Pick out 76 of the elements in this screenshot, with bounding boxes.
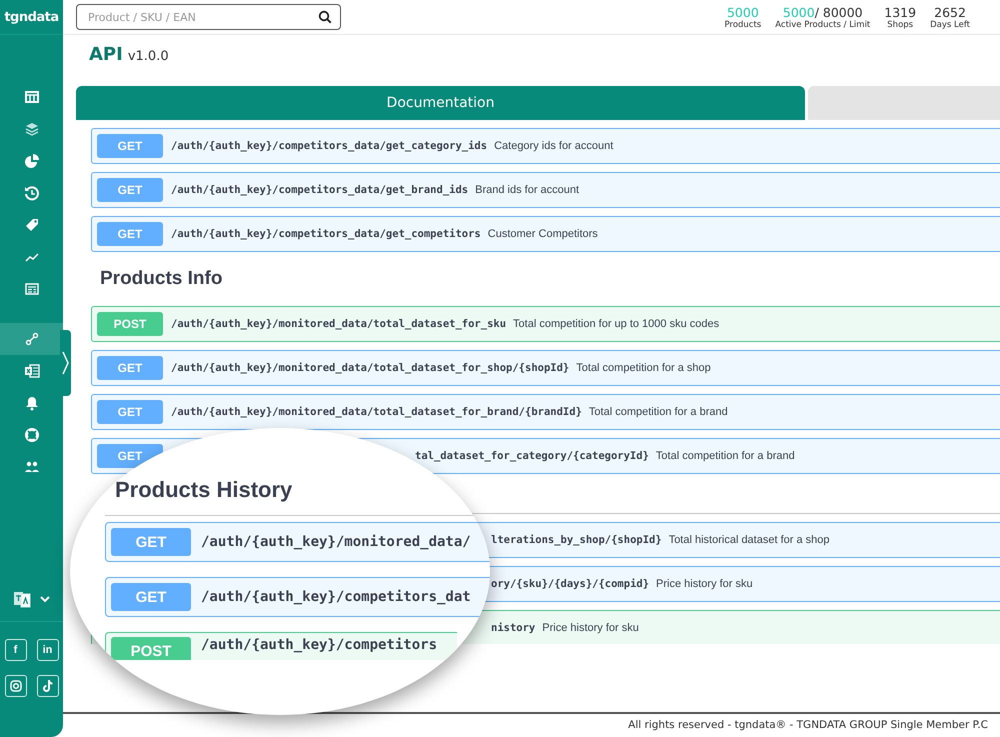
endpoint-path: ory/{sku}/{days}/{compid} <box>491 578 650 590</box>
tiktok-link[interactable] <box>36 675 58 697</box>
method-badge: GET <box>97 356 163 380</box>
endpoint-path: /auth/{auth_key}/monitored_data/total_dataset_for_shop/{shopId} <box>171 362 570 374</box>
endpoint-path: /auth/{auth_key}/monitored_data/ <box>201 534 471 550</box>
method-badge: GET <box>111 528 191 556</box>
endpoint-path: /auth/{auth_key}/competitors_data/get_brand_ids <box>171 184 468 196</box>
method-badge: GET <box>97 222 163 246</box>
stat-label: Products <box>724 20 762 30</box>
collapse-handle[interactable] <box>60 330 71 396</box>
endpoint-path: /auth/{auth_key}/competitors_data/get_competitors <box>171 228 481 240</box>
endpoint-path: /auth/{auth_key}/monitored_data/total_dataset_for_sku <box>171 318 506 330</box>
endpoint-description: Total competition for a shop <box>576 362 711 374</box>
method-badge: GET <box>97 178 163 202</box>
tab[interactable]: Documentation <box>76 86 806 120</box>
endpoint-description: Total competition for a brand <box>588 406 728 418</box>
endpoint-row[interactable]: GET /auth/{auth_key}/competitors_data/get_brand_ids Brand ids for account <box>91 172 1000 208</box>
endpoint-description: Customer Competitors <box>488 228 598 240</box>
table-icon <box>24 89 40 105</box>
method-badge: GET <box>97 134 163 158</box>
instagram-link[interactable] <box>4 675 26 697</box>
endpoint-row[interactable]: GET /auth/{auth_key}/monitored_data/total_dataset_for_brand/{brandId} Total competition for a brand <box>91 394 1000 430</box>
translate-icon <box>12 590 30 608</box>
news-icon <box>24 281 40 297</box>
method-badge: GET <box>111 583 191 611</box>
logo: tgndata <box>0 0 63 35</box>
users-icon <box>24 459 40 475</box>
endpoint-description: Price history for sku <box>542 622 639 634</box>
facebook-link[interactable]: f <box>4 639 26 661</box>
version-label: v1.0.0 <box>128 49 169 64</box>
stat-label: Days Left <box>930 20 970 30</box>
nav-item[interactable] <box>0 323 63 355</box>
linkedin-link[interactable]: in <box>36 639 58 661</box>
endpoint-path: nistory <box>491 622 536 634</box>
pie-icon <box>24 153 40 169</box>
stat-value: 2652 <box>933 4 967 20</box>
stat-value: 5000 <box>726 4 760 20</box>
search-icon <box>318 10 332 24</box>
endpoint-row[interactable]: GET /auth/{auth_key}/competitors_data/get_category_ids Category ids for account <box>91 128 1000 164</box>
section-heading: Products Info <box>99 267 224 291</box>
endpoint-description: Category ids for account <box>494 140 614 152</box>
chevron-down-icon <box>38 595 50 603</box>
page-title: API <box>89 44 123 65</box>
endpoint-path: /auth/{auth_key}/competitors_dat <box>201 589 471 605</box>
endpoint-description: Total competition for a brand <box>656 450 795 462</box>
endpoint-path: lterations_by_shop/{shopId} <box>491 534 662 546</box>
endpoint-row[interactable]: POST /auth/{auth_key}/monitored_data/total_dataset_for_sku Total competition for up to 1000 sku codes <box>91 306 1000 342</box>
endpoint-row[interactable]: GET /auth/{auth_key}/monitored_data/ <box>105 522 490 562</box>
endpoint-description: Brand ids for account <box>475 184 580 196</box>
endpoint-path: /auth/{auth_key}/competitors_data/get_category_ids <box>171 140 488 152</box>
method-badge: POST <box>97 312 163 336</box>
endpoint-path: /auth/{auth_key}/monitored_data/total_dataset_for_brand/{brandId} <box>171 406 582 418</box>
stat-label: Shops <box>886 20 914 30</box>
endpoint-row[interactable]: GET /auth/{auth_key}/monitored_data/total_dataset_for_shop/{shopId} Total competition for a shop <box>91 350 1000 386</box>
method-badge: GET <box>97 400 163 424</box>
lifebuoy-icon <box>24 427 40 443</box>
layers-icon <box>24 121 40 137</box>
sheet-icon <box>24 363 40 379</box>
stat-label: Active Products / Limit <box>775 20 870 30</box>
endpoint-row[interactable]: GET /auth/{auth_key}/competitors_data/get_competitors Customer Competitors <box>91 216 1000 252</box>
instagram-icon <box>8 678 24 694</box>
chevron-icon <box>62 351 70 375</box>
search-field[interactable]: Product / SKU / EAN <box>76 4 341 30</box>
endpoint-path: tal_dataset_for_category/{categoryId} <box>415 450 649 462</box>
section-heading: Products History <box>114 478 294 502</box>
stat-value: 5000/ 80000 <box>782 4 864 20</box>
endpoint-row[interactable]: GET /auth/{auth_key}/competitors_dat <box>105 577 490 617</box>
history-icon <box>24 185 40 201</box>
tag-icon <box>24 217 40 233</box>
endpoint-description: Total competition for up to 1000 sku codes <box>513 318 720 330</box>
stat-value: 1319 <box>884 4 916 20</box>
bell-icon <box>24 395 40 411</box>
method-badge: POST <box>111 637 191 660</box>
link-icon <box>24 331 40 347</box>
endpoint-description: Total historical dataset for a shop <box>668 534 830 546</box>
endpoint-description: Price history for sku <box>656 578 753 590</box>
